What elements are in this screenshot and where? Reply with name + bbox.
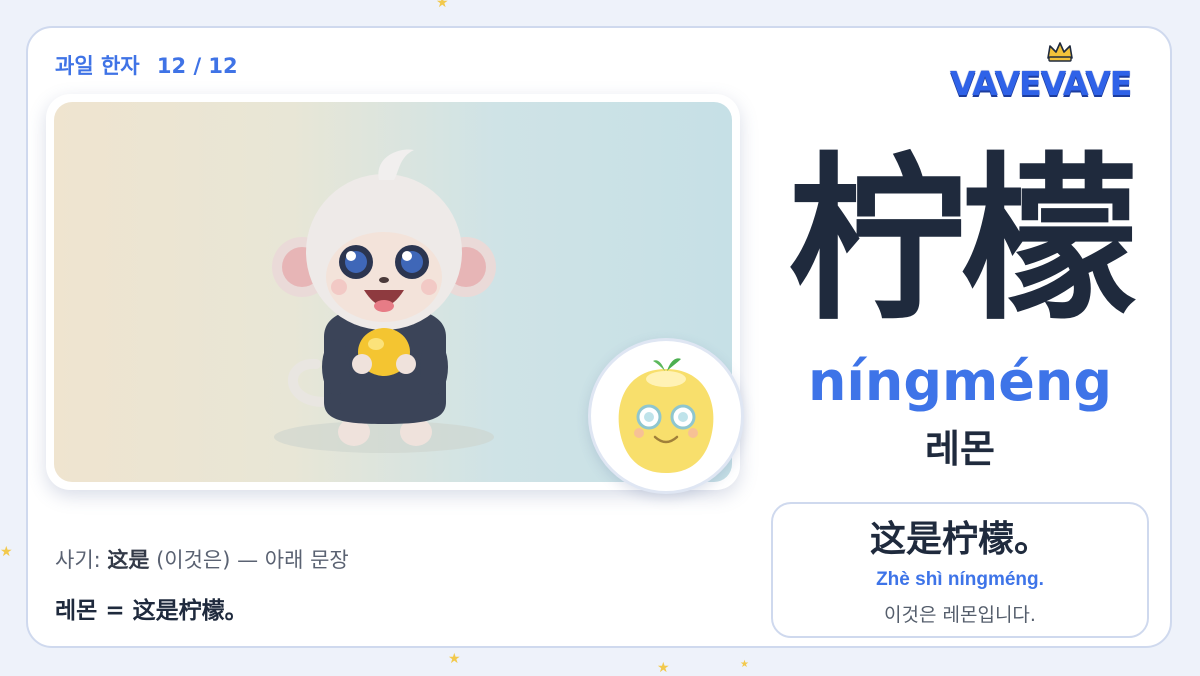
hint-term: 这是 bbox=[107, 548, 150, 572]
card-counter: 12 / 12 bbox=[156, 54, 238, 78]
star-icon: ★ bbox=[448, 651, 461, 667]
word-meaning: 레몬 bbox=[925, 427, 995, 471]
word-pinyin: níngméng bbox=[807, 350, 1113, 413]
lemon-character-icon bbox=[588, 338, 744, 494]
star-icon: ★ bbox=[0, 544, 13, 560]
example-sentence-box: 这是柠檬。 Zhè shì níngméng. 이것은 레몬입니다. bbox=[771, 502, 1149, 638]
logo-text: VAVEVAVE bbox=[950, 64, 1132, 103]
star-icon: ★ bbox=[436, 0, 449, 11]
hint-prefix: 사기: bbox=[55, 548, 101, 572]
card-header: 과일 한자 12 / 12 bbox=[55, 50, 238, 80]
memory-hint: 사기: 这是 (이것은) — 아래 문장 bbox=[55, 546, 349, 574]
crown-icon bbox=[1047, 42, 1073, 62]
brand-logo: VAVEVAVE bbox=[950, 40, 1150, 110]
star-icon: ★ bbox=[657, 660, 670, 676]
example-meaning: 이것은 레몬입니다. bbox=[884, 604, 1036, 626]
word-hanzi: 柠檬 bbox=[788, 137, 1138, 344]
meaning-equation: 레몬 = 这是柠檬。 bbox=[55, 598, 248, 624]
example-hanzi: 这是柠檬。 bbox=[869, 519, 1050, 560]
deck-title: 과일 한자 bbox=[55, 54, 140, 78]
hint-suffix: (이것은) — 아래 문장 bbox=[156, 548, 349, 572]
example-pinyin: Zhè shì níngméng. bbox=[876, 569, 1044, 590]
star-icon: ★ bbox=[740, 659, 749, 670]
